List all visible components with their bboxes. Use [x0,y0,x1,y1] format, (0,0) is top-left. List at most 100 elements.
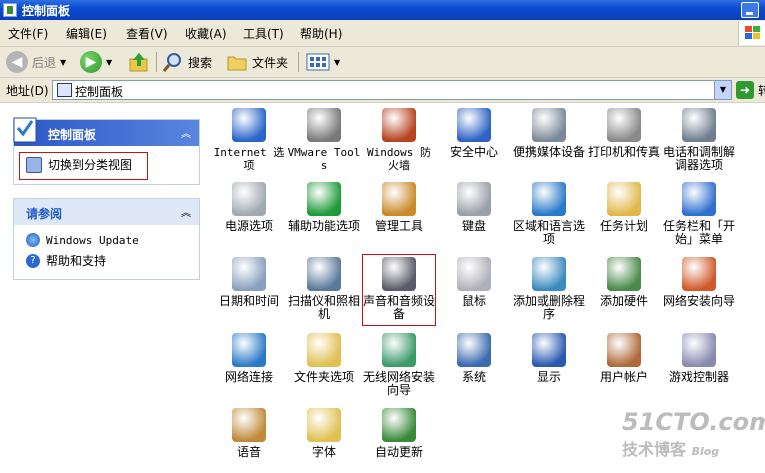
item-label: 系统 [461,370,486,384]
control-panel-item[interactable]: 日期和时间 [212,257,286,308]
control-panel-item[interactable]: 语音 [212,408,286,459]
chevron-down-icon: ▼ [60,57,67,67]
menu-help[interactable]: 帮助(H) [300,25,342,42]
control-panel-icon [13,117,37,143]
chevron-down-icon: ▼ [106,57,113,67]
control-panel-item[interactable]: Internet 选项 [212,108,286,172]
control-panel-item[interactable]: 任务栏和「开始」菜单 [662,182,736,246]
control-panel-item[interactable]: 文件夹选项 [287,333,361,384]
taskbar-icon [682,182,716,216]
printer-icon [607,108,641,142]
control-panel-item[interactable]: 网络安装向导 [662,257,736,308]
item-label: 辅助功能选项 [287,219,360,233]
item-label: Windows 防火墙 [367,146,431,172]
search-label: 搜索 [188,55,213,70]
control-panel-item[interactable]: Windows 防火墙 [362,108,436,172]
control-panel-item[interactable]: 任务计划 [587,182,661,233]
menu-tools[interactable]: 工具(T) [243,25,284,42]
control-panel-item[interactable]: 打印机和传真 [587,108,661,159]
control-panel-item[interactable]: 辅助功能选项 [287,182,361,233]
item-label: 显示 [536,370,561,384]
media-device-icon [532,108,566,142]
control-panel-item[interactable]: 区域和语言选项 [512,182,586,246]
watermark: 51CTO.com 技术博客 Blog [622,408,765,460]
menu-edit[interactable]: 编辑(E) [66,25,107,42]
control-panel-item[interactable]: 便携媒体设备 [512,108,586,159]
item-label: 电源选项 [224,219,273,233]
watermark-site: 51CTO.com [622,408,765,436]
windows-update-link[interactable]: Windows Update [26,233,139,247]
address-label: 地址(D) [6,84,49,98]
menu-favorites[interactable]: 收藏(A) [185,25,227,42]
back-button[interactable]: ◀ 后退 ▼ [6,50,66,74]
control-panel-icon [57,83,72,97]
collapse-icon[interactable]: ︽ [181,204,191,219]
control-panel-item[interactable]: 电源选项 [212,182,286,233]
item-label: 网络连接 [224,370,273,384]
network-globe-icon [232,333,266,367]
auto-update-icon [382,408,416,442]
control-panel-item[interactable]: 添加硬件 [587,257,661,308]
power-icon [232,182,266,216]
control-panel-item[interactable]: VMware Tools [287,108,361,172]
control-panel-item[interactable]: 电话和调制解调器选项 [662,108,736,172]
folder-options-icon [307,333,341,367]
control-panel-item[interactable]: 字体 [287,408,361,459]
folders-label: 文件夹 [252,55,289,70]
collapse-icon[interactable]: ︽ [181,125,191,140]
help-support-label: 帮助和支持 [46,254,107,268]
title-bar: 控制面板 [0,0,765,20]
control-panel-item[interactable]: 用户帐户 [587,333,661,384]
see-also-panel: 请参阅 ︽ Windows Update ? 帮助和支持 [13,198,200,280]
help-support-link[interactable]: ? 帮助和支持 [26,252,106,269]
item-label: 日期和时间 [218,294,279,308]
folders-button[interactable]: 文件夹 [226,50,288,74]
control-panel-item[interactable]: 游戏控制器 [662,333,736,384]
add-remove-icon [532,257,566,291]
control-panel-item[interactable]: 安全中心 [437,108,511,159]
phone-icon [682,108,716,142]
control-panel-item[interactable]: 自动更新 [362,408,436,459]
control-panel-icon [3,3,17,17]
item-label: 键盘 [461,219,486,233]
panel-header[interactable]: 请参阅 ︽ [14,199,199,225]
window-title: 控制面板 [22,4,71,18]
item-label: 语音 [236,445,261,459]
item-label: 打印机和传真 [587,145,660,159]
shield-icon [457,108,491,142]
control-panel-item[interactable]: 网络连接 [212,333,286,384]
keyboard-icon [457,182,491,216]
item-label: 便携媒体设备 [512,145,585,159]
minimize-button[interactable] [741,2,759,18]
control-panel-item[interactable]: 鼠标 [437,257,511,308]
panel-header[interactable]: 控制面板 ︽ [13,117,199,146]
search-button[interactable]: 搜索 [162,50,212,74]
up-folder-icon [129,53,148,72]
see-also-title: 请参阅 [26,207,63,221]
mouse-icon [457,257,491,291]
wireless-icon [382,333,416,367]
control-panel-item[interactable]: 管理工具 [362,182,436,233]
admin-tools-icon [382,182,416,216]
up-folder-button[interactable] [128,50,150,74]
address-input[interactable]: 控制面板 ▼ [52,80,732,100]
menu-view[interactable]: 查看(V) [126,25,168,42]
item-label: 鼠标 [461,294,486,308]
control-panel-item[interactable]: 显示 [512,333,586,384]
item-label: 扫描仪和照相机 [287,294,360,321]
views-button[interactable]: ▼ [306,50,340,74]
go-button[interactable]: ➜ [736,81,754,99]
control-panel-item[interactable]: 扫描仪和照相机 [287,257,361,321]
menu-file[interactable]: 文件(F) [8,25,48,42]
control-panel-item[interactable]: 系统 [437,333,511,384]
help-icon: ? [26,253,40,268]
address-dropdown-button[interactable]: ▼ [714,81,731,99]
control-panel-item[interactable]: 键盘 [437,182,511,233]
menu-bar: 文件(F) 编辑(E) 查看(V) 收藏(A) 工具(T) 帮助(H) [0,20,765,47]
control-panel-item[interactable]: 添加或删除程序 [512,257,586,321]
item-label: 添加或删除程序 [512,294,585,321]
forward-button[interactable]: ▶ ▼ [80,50,112,74]
back-arrow-icon: ◀ [6,51,28,73]
forward-arrow-icon: ▶ [80,51,102,73]
control-panel-item[interactable]: 无线网络安装向导 [362,333,436,397]
